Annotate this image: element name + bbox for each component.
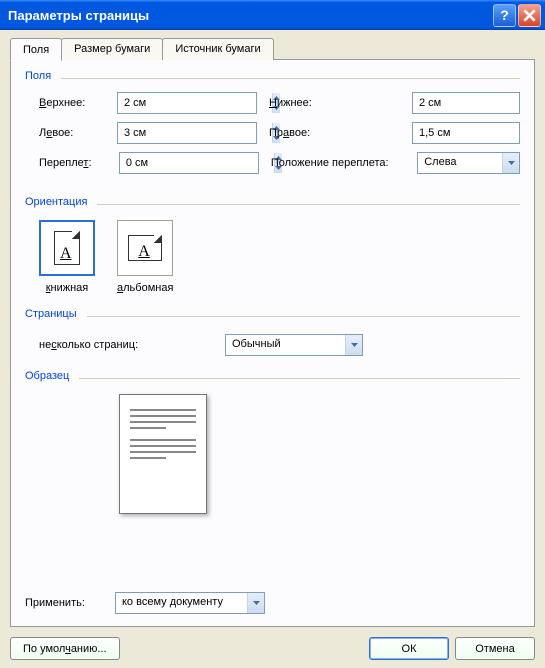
- bottom-margin-label: Нижнее:: [257, 97, 412, 109]
- cancel-button[interactable]: Отмена: [455, 637, 535, 660]
- portrait-label: книжная: [46, 282, 89, 294]
- tab-paper-size[interactable]: Размер бумаги: [61, 38, 163, 60]
- gutter-input[interactable]: [119, 152, 259, 174]
- chevron-down-icon[interactable]: [247, 593, 264, 613]
- landscape-icon: A: [117, 220, 173, 276]
- tab-paper-source[interactable]: Источник бумаги: [162, 38, 273, 60]
- ok-button[interactable]: ОК: [369, 637, 449, 660]
- tab-panel: Поля Верхнее: Нижнее: Ле: [10, 59, 535, 627]
- gutter-field[interactable]: [120, 153, 274, 173]
- window-body: Поля Размер бумаги Источник бумаги Поля …: [0, 30, 545, 668]
- orientation-portrait[interactable]: A книжная: [39, 220, 95, 294]
- pages-group-label: Страницы: [25, 308, 77, 320]
- titlebar-buttons: ?: [493, 4, 541, 27]
- margins-section: Поля Верхнее: Нижнее: Ле: [25, 70, 520, 190]
- divider: [61, 78, 520, 79]
- apply-to-value: ко всему документу: [116, 593, 247, 613]
- default-button[interactable]: По умолчанию...: [10, 637, 120, 660]
- tabstrip: Поля Размер бумаги Источник бумаги: [10, 38, 535, 60]
- portrait-icon: A: [39, 220, 95, 276]
- preview-section: Образец: [25, 370, 520, 568]
- chevron-down-icon[interactable]: [345, 335, 362, 355]
- footer: По умолчанию... ОК Отмена: [10, 627, 535, 660]
- gutter-pos-label: Положение переплета:: [259, 157, 417, 169]
- multi-pages-label: несколько страниц:: [39, 339, 215, 351]
- bottom-margin-input[interactable]: [412, 92, 520, 114]
- apply-row: Применить: ко всему документу: [25, 574, 520, 614]
- right-margin-input[interactable]: [412, 122, 520, 144]
- titlebar: Параметры страницы ?: [0, 0, 545, 30]
- help-button[interactable]: ?: [493, 4, 516, 27]
- apply-to-select[interactable]: ко всему документу: [115, 592, 265, 614]
- tab-margins[interactable]: Поля: [10, 38, 62, 61]
- divider: [87, 316, 520, 317]
- chevron-down-icon[interactable]: [502, 153, 519, 173]
- left-margin-label: Левое:: [39, 127, 117, 139]
- top-margin-label: Верхнее:: [39, 97, 117, 109]
- margins-group-label: Поля: [25, 70, 51, 82]
- top-margin-input[interactable]: [117, 92, 257, 114]
- orientation-landscape[interactable]: A альбомная: [117, 220, 173, 294]
- multi-pages-value: Обычный: [226, 335, 345, 355]
- pages-section: Страницы несколько страниц: Обычный: [25, 308, 520, 364]
- landscape-label: альбомная: [117, 282, 173, 294]
- close-icon: [523, 9, 536, 22]
- apply-to-label: Применить:: [25, 597, 105, 609]
- multi-pages-select[interactable]: Обычный: [225, 334, 363, 356]
- top-margin-field[interactable]: [118, 93, 272, 113]
- left-margin-input[interactable]: [117, 122, 257, 144]
- divider: [79, 378, 520, 379]
- gutter-pos-value: Слева: [418, 153, 502, 173]
- orientation-group-label: Ориентация: [25, 196, 87, 208]
- close-button[interactable]: [518, 4, 541, 27]
- left-margin-field[interactable]: [118, 123, 272, 143]
- page-preview-icon: [119, 394, 207, 514]
- bottom-margin-field[interactable]: [413, 93, 545, 113]
- gutter-pos-select[interactable]: Слева: [417, 152, 520, 174]
- right-margin-field[interactable]: [413, 123, 545, 143]
- title: Параметры страницы: [8, 8, 493, 23]
- divider: [97, 204, 520, 205]
- gutter-label: Переплет:: [39, 157, 119, 169]
- orientation-section: Ориентация A книжная A альбомная: [25, 196, 520, 302]
- right-margin-label: Правое:: [257, 127, 412, 139]
- preview-group-label: Образец: [25, 370, 69, 382]
